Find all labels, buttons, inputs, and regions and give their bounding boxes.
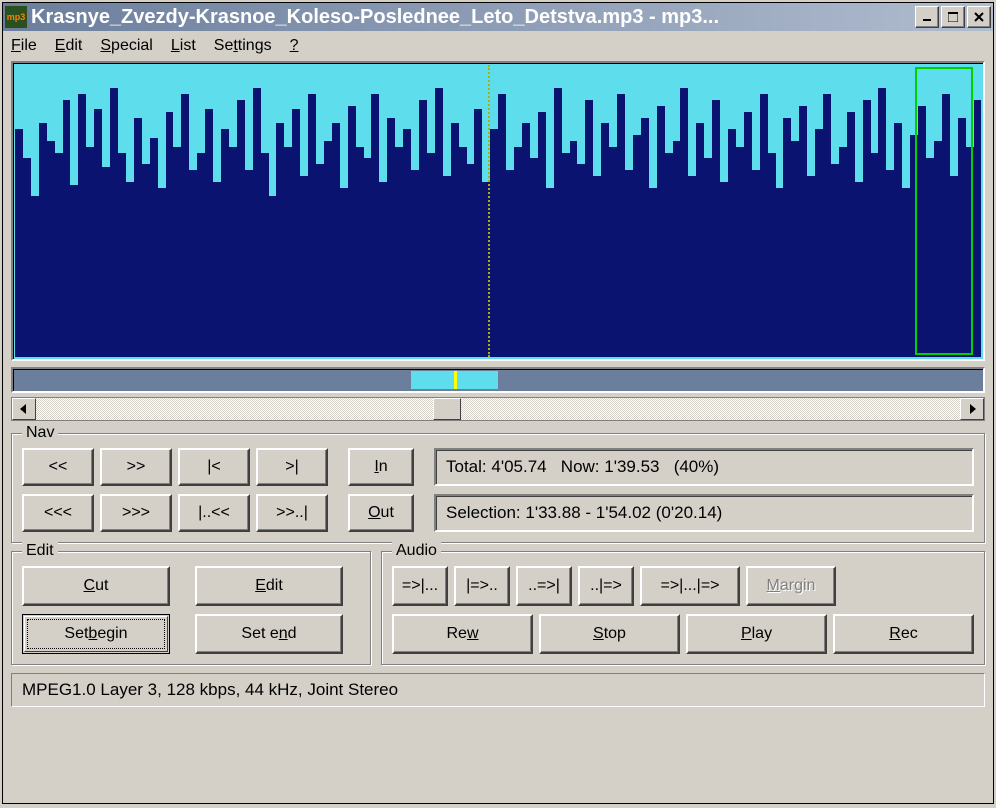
nav-jump-back-button[interactable]: |..<< bbox=[178, 494, 250, 532]
window-title: Krasnye_Zvezdy-Krasnoe_Koleso-Poslednee_… bbox=[31, 6, 915, 29]
nav-group-title: Nav bbox=[22, 424, 58, 442]
status-bar: MPEG1.0 Layer 3, 128 kbps, 44 kHz, Joint… bbox=[11, 673, 985, 707]
audio-seek-1-button[interactable]: =>|... bbox=[392, 566, 448, 606]
nav-end-button[interactable]: >| bbox=[256, 448, 328, 486]
audio-group: Audio =>|... |=>.. ..=>| ..|=> =>|...|=>… bbox=[381, 551, 985, 665]
minimap-playhead bbox=[454, 371, 457, 389]
menu-settings[interactable]: Settings bbox=[214, 37, 272, 55]
set-end-button[interactable]: Set end bbox=[195, 614, 343, 654]
set-begin-button-wrap: Set begin bbox=[22, 614, 170, 654]
main-window: mp3 Krasnye_Zvezdy-Krasnoe_Koleso-Posled… bbox=[2, 2, 994, 804]
edit-group: Edit Cut Edit Set begin Set end bbox=[11, 551, 371, 665]
margin-button[interactable]: Margin bbox=[746, 566, 836, 606]
maximize-button[interactable] bbox=[941, 6, 965, 28]
nav-back-fast-button[interactable]: <<< bbox=[22, 494, 94, 532]
menu-list[interactable]: List bbox=[171, 37, 196, 55]
close-button[interactable] bbox=[967, 6, 991, 28]
selection-info-field: Selection: 1'33.88 - 1'54.02 (0'20.14) bbox=[434, 494, 974, 532]
menubar: File Edit Special List Settings ? bbox=[3, 31, 993, 61]
edit-button[interactable]: Edit bbox=[195, 566, 343, 606]
scroll-right-button[interactable] bbox=[960, 398, 984, 420]
selection-rectangle[interactable] bbox=[915, 67, 973, 355]
scrollbar-track[interactable] bbox=[36, 398, 960, 420]
mark-out-button[interactable]: Out bbox=[348, 494, 414, 532]
audio-seek-3-button[interactable]: ..=>| bbox=[516, 566, 572, 606]
minimap[interactable] bbox=[11, 367, 985, 393]
cut-button[interactable]: Cut bbox=[22, 566, 170, 606]
scrollbar-thumb[interactable] bbox=[433, 398, 461, 420]
mark-in-button[interactable]: In bbox=[348, 448, 414, 486]
menu-file[interactable]: File bbox=[11, 37, 37, 55]
app-icon: mp3 bbox=[5, 6, 27, 28]
nav-forward-button[interactable]: >> bbox=[100, 448, 172, 486]
audio-seek-5-button[interactable]: =>|...|=> bbox=[640, 566, 740, 606]
audio-seek-2-button[interactable]: |=>.. bbox=[454, 566, 510, 606]
minimize-button[interactable] bbox=[915, 6, 939, 28]
nav-group: Nav << >> |< >| In Total: 4'05.74 Now: 1… bbox=[11, 433, 985, 543]
menu-help[interactable]: ? bbox=[290, 37, 299, 55]
edit-group-title: Edit bbox=[22, 542, 58, 560]
set-begin-button[interactable]: Set begin bbox=[24, 616, 168, 652]
play-button[interactable]: Play bbox=[686, 614, 827, 654]
nav-jump-forward-button[interactable]: >>..| bbox=[256, 494, 328, 532]
scroll-left-button[interactable] bbox=[12, 398, 36, 420]
titlebar[interactable]: mp3 Krasnye_Zvezdy-Krasnoe_Koleso-Posled… bbox=[3, 3, 993, 31]
stop-button[interactable]: Stop bbox=[539, 614, 680, 654]
horizontal-scrollbar[interactable] bbox=[11, 397, 985, 421]
record-button[interactable]: Rec bbox=[833, 614, 974, 654]
waveform-display[interactable] bbox=[11, 61, 985, 361]
time-info-field: Total: 4'05.74 Now: 1'39.53 (40%) bbox=[434, 448, 974, 486]
menu-special[interactable]: Special bbox=[100, 37, 152, 55]
audio-seek-4-button[interactable]: ..|=> bbox=[578, 566, 634, 606]
audio-group-title: Audio bbox=[392, 542, 441, 560]
rewind-button[interactable]: Rew bbox=[392, 614, 533, 654]
playhead-marker bbox=[488, 65, 490, 357]
nav-forward-fast-button[interactable]: >>> bbox=[100, 494, 172, 532]
nav-start-button[interactable]: |< bbox=[178, 448, 250, 486]
menu-edit[interactable]: Edit bbox=[55, 37, 83, 55]
nav-back-button[interactable]: << bbox=[22, 448, 94, 486]
